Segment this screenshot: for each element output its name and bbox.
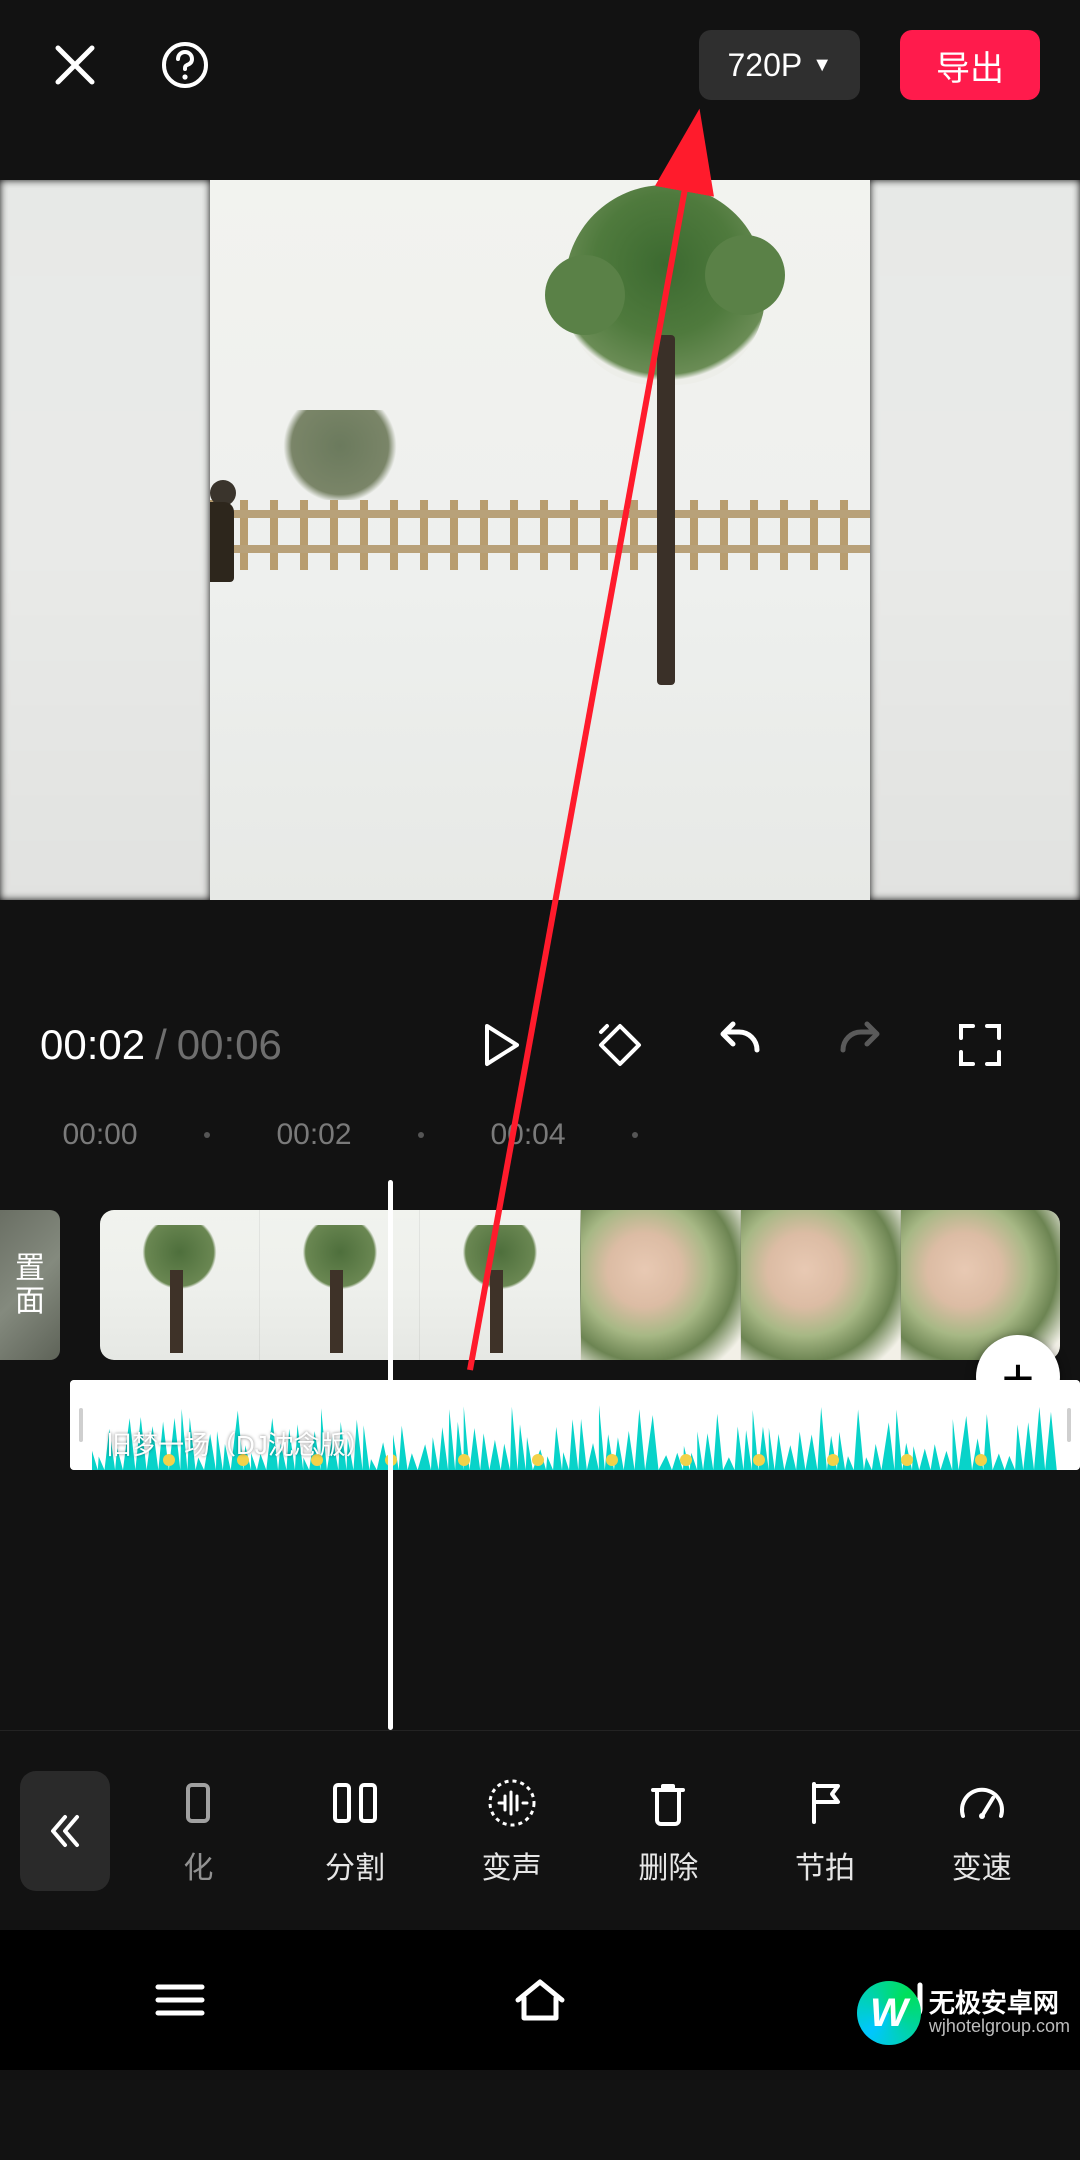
keyframe-button[interactable]	[580, 1005, 660, 1085]
tool-label: 变声	[482, 1843, 542, 1887]
gauge-icon	[954, 1775, 1010, 1831]
play-icon	[477, 1022, 523, 1068]
play-button[interactable]	[460, 1005, 540, 1085]
watermark-title: 无极安卓网	[929, 1990, 1070, 2017]
tool-label: 变速	[952, 1843, 1012, 1887]
clips-row: 置 面 +	[0, 1210, 1080, 1360]
chevron-down-icon: ▼	[812, 54, 832, 77]
preview-frame	[210, 180, 870, 900]
fullscreen-button[interactable]	[940, 1005, 1020, 1085]
clip-thumb[interactable]	[740, 1210, 900, 1360]
audio-track[interactable]: 旧梦一场（DJ沈念版）	[70, 1380, 1080, 1470]
video-editor-app: 720P ▼ 导出 00:02 / 00:06	[0, 0, 1080, 2160]
beat-dot	[458, 1454, 470, 1466]
audio-track-label: 旧梦一场（DJ沈念版）	[106, 1425, 372, 1462]
audio-trim-handle-left[interactable]	[70, 1380, 92, 1470]
audio-trim-handle-right[interactable]	[1058, 1380, 1080, 1470]
home-icon	[510, 1976, 570, 2024]
audio-track-row: 旧梦一场（DJ沈念版）	[70, 1380, 1080, 1470]
cover-chip[interactable]: 置 面	[0, 1210, 60, 1360]
close-icon	[52, 42, 98, 88]
clip-thumb[interactable]	[419, 1210, 579, 1360]
ruler-dot	[418, 1132, 424, 1138]
edit-toolbar: 化 分割 变声 删除 节拍	[0, 1730, 1080, 1930]
watermark: W 无极安卓网 wjhotelgroup.com	[857, 1981, 1070, 2045]
video-preview[interactable]	[0, 180, 1080, 900]
undo-button[interactable]	[700, 1005, 780, 1085]
tool-split[interactable]: 分割	[277, 1775, 434, 1887]
tool-label: 化	[183, 1843, 213, 1887]
tool-label: 删除	[638, 1843, 698, 1887]
tool-beat[interactable]: 节拍	[747, 1775, 904, 1887]
time-ruler[interactable]: 00:00 00:02 00:04	[0, 1110, 1080, 1160]
voice-icon	[484, 1775, 540, 1831]
beat-dot	[532, 1454, 544, 1466]
resolution-selector[interactable]: 720P ▼	[699, 30, 860, 100]
split-icon	[327, 1775, 383, 1831]
trash-icon	[640, 1775, 696, 1831]
beat-dot	[975, 1454, 987, 1466]
total-time: 00:06	[177, 1021, 282, 1069]
watermark-logo: W	[857, 1981, 921, 2045]
export-button[interactable]: 导出	[900, 30, 1040, 100]
tool-label: 节拍	[795, 1843, 855, 1887]
ruler-mark: 00:04	[490, 1118, 565, 1152]
redo-button[interactable]	[820, 1005, 900, 1085]
chevron-left-double-icon	[45, 1811, 85, 1851]
beat-dot	[753, 1454, 765, 1466]
redo-icon	[835, 1020, 885, 1070]
home-button[interactable]	[495, 1965, 585, 2035]
collapse-toolbar-button[interactable]	[20, 1771, 110, 1891]
playback-row: 00:02 / 00:06	[0, 980, 1080, 1110]
tool-delete[interactable]: 删除	[590, 1775, 747, 1887]
clip-thumb[interactable]	[259, 1210, 419, 1360]
tool-speed[interactable]: 变速	[903, 1775, 1060, 1887]
clip-thumb[interactable]	[900, 1210, 1060, 1360]
beat-dot	[680, 1454, 692, 1466]
menu-icon	[152, 1979, 208, 2021]
ruler-dot	[204, 1132, 210, 1138]
beat-dot	[827, 1454, 839, 1466]
time-separator: /	[155, 1021, 167, 1069]
clip-thumb[interactable]	[100, 1210, 259, 1360]
tool-huafeng[interactable]: 化	[120, 1775, 277, 1887]
cover-chip-label: 置 面	[0, 1252, 60, 1318]
ruler-dot	[632, 1132, 638, 1138]
export-label: 导出	[936, 41, 1004, 90]
playhead[interactable]	[388, 1180, 393, 1730]
current-time: 00:02	[40, 1021, 145, 1069]
ruler-mark: 00:00	[62, 1118, 137, 1152]
watermark-url: wjhotelgroup.com	[929, 2017, 1070, 2036]
preview-background-left	[0, 180, 210, 900]
flag-icon	[797, 1775, 853, 1831]
ruler-mark: 00:02	[276, 1118, 351, 1152]
tool-label: 分割	[325, 1843, 385, 1887]
tool-voice[interactable]: 变声	[433, 1775, 590, 1887]
undo-icon	[715, 1020, 765, 1070]
timeline[interactable]: 00:00 00:02 00:04 置 面 +	[0, 1110, 1080, 1730]
beat-dot	[901, 1454, 913, 1466]
rect-icon	[170, 1775, 226, 1831]
recents-button[interactable]	[135, 1965, 225, 2035]
preview-background-right	[870, 180, 1080, 900]
keyframe-icon	[595, 1020, 645, 1070]
resolution-label: 720P	[727, 47, 802, 84]
help-icon	[160, 40, 210, 90]
beat-dot	[606, 1454, 618, 1466]
header-bar: 720P ▼ 导出	[0, 0, 1080, 130]
video-clip-strip[interactable]	[100, 1210, 1060, 1360]
fullscreen-icon	[957, 1022, 1003, 1068]
help-button[interactable]	[150, 30, 220, 100]
close-button[interactable]	[40, 30, 110, 100]
clip-thumb[interactable]	[580, 1210, 740, 1360]
